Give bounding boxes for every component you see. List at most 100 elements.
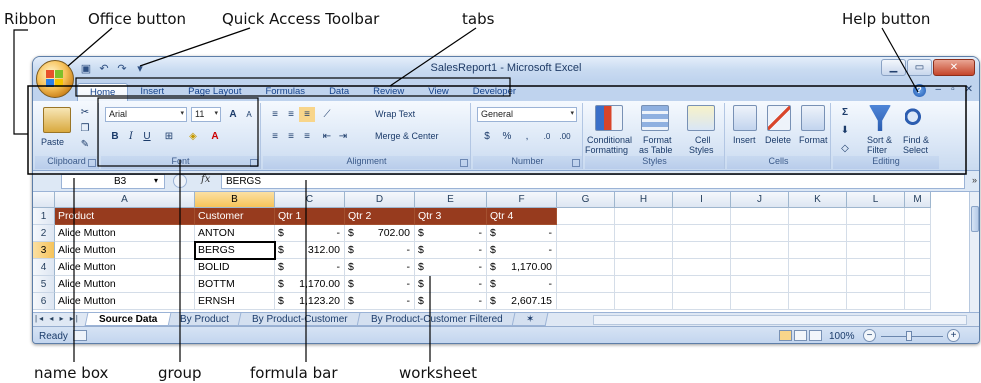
tab-formulas[interactable]: Formulas	[253, 83, 317, 101]
empty-cell[interactable]	[789, 259, 847, 276]
filter-label[interactable]: Filter	[867, 145, 887, 155]
grow-font-icon[interactable]: A	[225, 107, 241, 122]
increase-indent-icon[interactable]: ⇥	[335, 129, 351, 144]
column-header-e[interactable]: E	[415, 192, 487, 208]
expand-formula-bar-icon[interactable]: »	[972, 175, 977, 185]
borders-icon[interactable]: ⊞	[161, 129, 177, 144]
header-cell[interactable]: Qtr 3	[415, 208, 487, 225]
autosum-icon[interactable]: Σ	[837, 105, 853, 120]
delete-button[interactable]: Delete	[765, 135, 791, 145]
comma-button[interactable]: ,	[519, 129, 535, 144]
product-cell[interactable]: Alice Mutton	[55, 293, 195, 310]
empty-cell[interactable]	[615, 208, 673, 225]
sort-label[interactable]: Sort &	[867, 135, 892, 145]
fill-color-icon[interactable]: ◈	[185, 129, 201, 144]
italic-button[interactable]: I	[123, 129, 139, 144]
page-break-view-icon[interactable]	[809, 330, 822, 341]
zoom-in-button[interactable]: +	[947, 329, 960, 342]
save-icon[interactable]: ▣	[79, 62, 93, 76]
tab-developer[interactable]: Developer	[461, 83, 528, 101]
column-header-b[interactable]: B	[195, 192, 275, 208]
empty-cell[interactable]	[905, 225, 931, 242]
cancel-entry-icon[interactable]	[173, 174, 187, 188]
empty-cell[interactable]	[615, 225, 673, 242]
redo-icon[interactable]: ↷	[115, 62, 129, 76]
empty-cell[interactable]	[789, 293, 847, 310]
customize-qat-icon[interactable]: ▾	[133, 62, 147, 76]
amount-cell[interactable]: $ -	[487, 225, 557, 242]
column-header-i[interactable]: I	[673, 192, 731, 208]
empty-cell[interactable]	[615, 276, 673, 293]
empty-cell[interactable]	[731, 225, 789, 242]
row-header-5[interactable]: 5	[33, 276, 55, 293]
ribbon-close-icon[interactable]: ✕	[965, 84, 973, 97]
amount-cell[interactable]: $ -	[345, 259, 415, 276]
align-top-icon[interactable]: ≡	[267, 107, 283, 122]
copy-icon[interactable]: ❐	[77, 121, 93, 136]
empty-cell[interactable]	[731, 208, 789, 225]
empty-cell[interactable]	[673, 276, 731, 293]
empty-cell[interactable]	[789, 242, 847, 259]
insert-cells-icon[interactable]	[733, 105, 757, 131]
format-as-table-icon[interactable]	[641, 105, 669, 131]
currency-button[interactable]: $	[479, 129, 495, 144]
amount-cell[interactable]: $ -	[275, 225, 345, 242]
header-cell[interactable]: Qtr 4	[487, 208, 557, 225]
font-launcher-icon[interactable]	[250, 159, 258, 167]
empty-cell[interactable]	[847, 259, 905, 276]
zoom-level[interactable]: 100%	[829, 331, 855, 342]
minimize-button[interactable]: ▁	[881, 59, 906, 76]
amount-cell[interactable]: $ -	[487, 276, 557, 293]
tab-home[interactable]: Home	[77, 83, 129, 101]
conditional-formatting-icon[interactable]	[595, 105, 623, 131]
find-select-icon[interactable]	[905, 105, 927, 131]
column-header-k[interactable]: K	[789, 192, 847, 208]
empty-cell[interactable]	[905, 293, 931, 310]
row-header-6[interactable]: 6	[33, 293, 55, 310]
page-layout-view-icon[interactable]	[794, 330, 807, 341]
header-cell[interactable]: Qtr 2	[345, 208, 415, 225]
number-format-combo[interactable]: General ▾	[477, 107, 577, 122]
select-label[interactable]: Select	[903, 145, 928, 155]
empty-cell[interactable]	[557, 293, 615, 310]
align-bottom-icon[interactable]: ≡	[299, 107, 315, 122]
vertical-scroll-thumb[interactable]	[971, 206, 979, 232]
name-box[interactable]: B3 ▾	[61, 174, 165, 189]
font-name-combo[interactable]: Arial ▾	[105, 107, 187, 122]
amount-cell[interactable]: $ -	[415, 259, 487, 276]
fill-icon[interactable]: ⬇	[837, 123, 853, 138]
empty-cell[interactable]	[615, 293, 673, 310]
font-size-combo[interactable]: 11 ▾	[191, 107, 221, 122]
close-button[interactable]: ✕	[933, 59, 975, 76]
empty-cell[interactable]	[905, 242, 931, 259]
align-middle-icon[interactable]: ≡	[283, 107, 299, 122]
empty-cell[interactable]	[673, 259, 731, 276]
column-header-a[interactable]: A	[55, 192, 195, 208]
select-all-corner[interactable]	[33, 192, 55, 208]
column-header-l[interactable]: L	[847, 192, 905, 208]
find-label[interactable]: Find &	[903, 135, 929, 145]
product-cell[interactable]: Alice Mutton	[55, 259, 195, 276]
ribbon-restore-icon[interactable]: ▫	[951, 84, 955, 97]
worksheet-grid[interactable]: A B C D E F G H I J K L M 1 2 3 4 5 6 Product Customer Qtr 1Q…	[33, 192, 971, 312]
customer-cell[interactable]: ERNSH	[195, 293, 275, 310]
increase-decimal-icon[interactable]: .0	[539, 129, 555, 144]
paste-button-label[interactable]: Paste	[41, 137, 64, 147]
column-header-j[interactable]: J	[731, 192, 789, 208]
bold-button[interactable]: B	[107, 129, 123, 144]
empty-cell[interactable]	[847, 242, 905, 259]
amount-cell[interactable]: $ -	[345, 293, 415, 310]
tab-view[interactable]: View	[416, 83, 460, 101]
header-cell[interactable]: Qtr 1	[275, 208, 345, 225]
column-header-c[interactable]: C	[275, 192, 345, 208]
insert-sheet-tab-icon[interactable]: ✶	[511, 313, 549, 326]
amount-cell[interactable]: $1,123.20	[275, 293, 345, 310]
empty-cell[interactable]	[673, 225, 731, 242]
empty-cell[interactable]	[557, 208, 615, 225]
empty-cell[interactable]	[673, 208, 731, 225]
format-painter-icon[interactable]: ✎	[77, 137, 93, 152]
column-header-m[interactable]: M	[905, 192, 931, 208]
empty-cell[interactable]	[731, 259, 789, 276]
vertical-scrollbar[interactable]	[969, 192, 979, 312]
format-button[interactable]: Format	[799, 135, 828, 145]
